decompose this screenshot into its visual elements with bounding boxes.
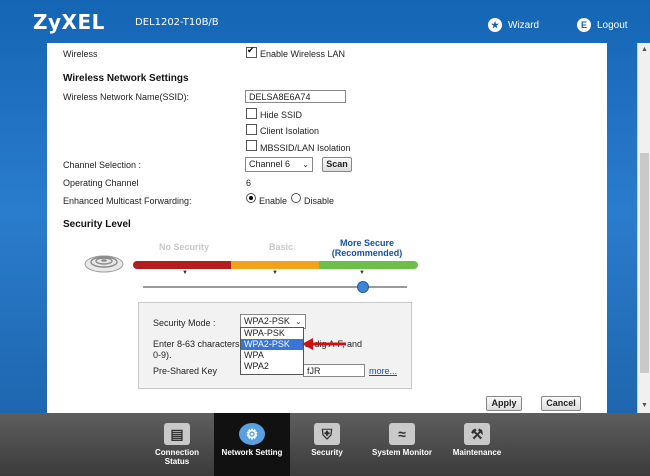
tick-medium: ▼	[272, 270, 278, 276]
brand-logo: ZyXEL	[33, 10, 105, 34]
channel-value: Channel 6	[249, 159, 291, 169]
channel-label: Channel Selection :	[63, 160, 142, 170]
scrollbar[interactable]: ▲ ▼	[637, 43, 650, 413]
hide-ssid-checkbox[interactable]	[246, 108, 257, 119]
hide-ssid-label: Hide SSID	[260, 110, 303, 120]
wizard-icon: ★	[488, 18, 502, 32]
annotation-arrow	[300, 336, 348, 352]
nav-label: Maintenance	[452, 448, 502, 457]
more-link[interactable]: more...	[369, 366, 397, 376]
nav-label: Security	[311, 448, 343, 457]
gear-icon: ⚙	[239, 423, 265, 445]
multicast-disable-radio[interactable]	[291, 193, 301, 203]
scroll-up-icon[interactable]: ▲	[640, 45, 649, 54]
toolbox-icon: ⚒	[464, 423, 490, 445]
dropdown-option[interactable]: WPA	[241, 350, 303, 361]
security-level-title: Security Level	[63, 219, 131, 230]
operating-channel-label: Operating Channel	[63, 178, 139, 188]
client-isolation-label: Client Isolation	[260, 126, 320, 136]
multicast-enable-radio[interactable]	[246, 193, 256, 203]
operating-channel-value: 6	[246, 178, 252, 188]
mbssid-label: MBSSID/LAN Isolation	[260, 143, 351, 153]
psk-input[interactable]: fJR	[303, 364, 365, 377]
nav-security[interactable]: ⛨ Security	[290, 413, 364, 476]
multicast-disable-label: Disable	[304, 196, 335, 206]
psk-hint-left: Enter 8-63 characters	[153, 339, 240, 349]
scan-button[interactable]: Scan	[322, 157, 352, 172]
nav-network-setting[interactable]: ⚙ Network Setting	[214, 413, 290, 476]
more-secure-label: More Secure	[339, 238, 395, 248]
recommended-label: (Recommended)	[331, 248, 403, 258]
nav-label: Network Setting	[221, 448, 283, 457]
nav-label: Connection	[155, 448, 199, 457]
multicast-label: Enhanced Multicast Forwarding:	[63, 196, 192, 206]
ssid-label: Wireless Network Name(SSID):	[63, 92, 190, 102]
nav-label: System Monitor	[371, 448, 432, 457]
bottom-nav: ▤ Connection Status ⚙ Network Setting ⛨ …	[0, 413, 650, 476]
monitor-icon: ▤	[164, 423, 190, 445]
logout-button[interactable]: E Logout	[577, 18, 628, 32]
logout-label: Logout	[597, 19, 628, 31]
dropdown-option[interactable]: WPA-PSK	[241, 328, 303, 339]
multicast-enable-label: Enable	[259, 196, 288, 206]
client-isolation-checkbox[interactable]	[246, 124, 257, 135]
scroll-thumb[interactable]	[640, 153, 649, 373]
more-secure-level[interactable]: More Secure (Recommended)	[318, 238, 416, 258]
basic-level[interactable]: Basic	[256, 242, 306, 252]
security-mode-dropdown: WPA-PSK WPA2-PSK WPA WPA2	[240, 327, 304, 375]
no-security-level[interactable]: No Security	[150, 242, 218, 252]
mbssid-checkbox[interactable]	[246, 140, 257, 151]
wizard-button[interactable]: ★ Wizard	[488, 18, 539, 32]
ssid-input[interactable]: DELSA8E6A74	[245, 90, 346, 103]
security-slider-handle[interactable]	[357, 281, 369, 293]
security-bar-low	[133, 261, 231, 269]
chevron-down-icon: ⌄	[302, 160, 309, 169]
nav-connection-status[interactable]: ▤ Connection Status	[140, 413, 214, 476]
dropdown-option-selected[interactable]: WPA2-PSK	[241, 339, 303, 350]
wireless-router-icon	[83, 246, 125, 274]
apply-button[interactable]: Apply	[486, 396, 522, 411]
shield-icon: ⛨	[314, 423, 340, 445]
security-mode-value: WPA2-PSK	[244, 316, 290, 326]
scroll-down-icon[interactable]: ▼	[640, 401, 649, 410]
nav-system-monitor[interactable]: ≈ System Monitor	[364, 413, 440, 476]
dropdown-option[interactable]: WPA2	[241, 361, 303, 372]
psk-label: Pre-Shared Key	[153, 366, 218, 376]
cancel-button[interactable]: Cancel	[541, 396, 581, 411]
nav-label: Status	[164, 457, 190, 466]
enable-wireless-label: Enable Wireless LAN	[260, 49, 346, 59]
header: ZyXEL DEL1202-T10B/B ★ Wizard E Logout	[0, 0, 650, 44]
tick-low: ▼	[182, 270, 188, 276]
nav-maintenance[interactable]: ⚒ Maintenance	[440, 413, 514, 476]
model-name: DEL1202-T10B/B	[135, 17, 219, 28]
channel-select[interactable]: Channel 6 ⌄	[245, 157, 313, 172]
enable-wireless-checkbox[interactable]	[246, 45, 257, 58]
psk-hint-line2: 0-9).	[153, 350, 172, 360]
tick-high: ▼	[359, 270, 365, 276]
chart-icon: ≈	[389, 423, 415, 445]
network-settings-title: Wireless Network Settings	[63, 73, 189, 84]
wireless-label: Wireless	[63, 49, 98, 59]
wizard-label: Wizard	[508, 19, 540, 31]
logout-icon: E	[577, 18, 591, 32]
security-mode-label: Security Mode :	[153, 318, 216, 328]
security-bar-medium	[231, 261, 319, 269]
security-bar-high	[319, 261, 418, 269]
